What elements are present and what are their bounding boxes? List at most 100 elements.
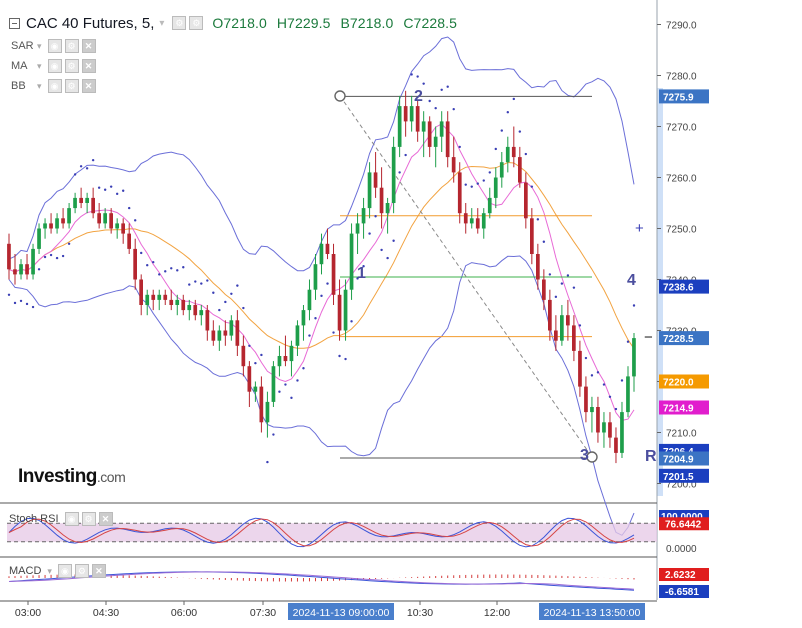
settings-icon[interactable]: ⚙ — [64, 79, 79, 93]
sar-dot — [260, 353, 263, 357]
sar-dot — [236, 284, 239, 287]
sar-dot — [73, 173, 77, 176]
indicator-row-ma[interactable]: MA ▾ ◉ ⚙ ✕ — [11, 59, 99, 73]
sar-dot — [49, 253, 53, 257]
sar-dot — [314, 317, 317, 320]
settings-icon[interactable]: ⚙ — [81, 512, 96, 526]
indicator-row-bb[interactable]: BB ▾ ◉ ⚙ ✕ — [11, 79, 99, 93]
sar-dot — [410, 73, 413, 76]
candle-body — [499, 162, 504, 178]
close-icon[interactable]: ✕ — [81, 79, 96, 93]
chevron-down-icon[interactable]: ▾ — [37, 41, 42, 52]
sar-dot — [13, 301, 17, 305]
sar-dot — [374, 215, 377, 218]
sar-dot — [230, 292, 233, 295]
sar-dot — [67, 242, 71, 245]
candle-body — [379, 187, 384, 214]
sar-dot — [596, 371, 600, 374]
stoch-value-label: 76.6442 — [665, 519, 702, 530]
high-value: H7229.5 — [276, 15, 331, 31]
settings-icon[interactable]: ⚙ — [64, 39, 79, 53]
sar-dot — [338, 354, 341, 358]
stoch-rsi-name: Stoch RSI — [9, 513, 59, 525]
sar-dot — [500, 129, 503, 132]
sar-dot — [115, 192, 119, 196]
candle-body — [253, 386, 258, 392]
sar-dot — [518, 130, 522, 133]
macd-value-label: -6.6581 — [665, 587, 699, 598]
x-tick-label: 2024-11-13 09:00:00 — [293, 607, 390, 619]
sar-dot — [386, 256, 389, 260]
settings-icon[interactable]: ⚙ — [74, 564, 89, 578]
candle-body — [373, 172, 378, 188]
sar-dot — [224, 300, 227, 304]
sar-dot — [212, 291, 215, 294]
sar-dot — [440, 88, 443, 91]
visibility-icon[interactable]: ◉ — [64, 512, 79, 526]
sar-dot — [290, 396, 293, 400]
candle-body — [181, 299, 186, 311]
settings-icon[interactable]: ⚙ — [172, 16, 187, 30]
sar-dot — [7, 293, 11, 296]
chart-header: CAC 40 Futures, 5, ▾ ⚙ ⚙ O7218.0 H7229.5… — [9, 12, 463, 34]
logo-suffix: .com — [96, 469, 126, 485]
sar-dot — [560, 282, 564, 285]
sar-dot — [61, 254, 65, 258]
chevron-down-icon[interactable]: ▾ — [37, 81, 42, 92]
candle-body — [572, 325, 576, 351]
candle-body — [530, 218, 534, 254]
sar-dot — [188, 283, 191, 286]
sar-dot — [398, 171, 401, 174]
sar-dot — [554, 295, 558, 299]
investing-logo: Investing.com — [18, 466, 126, 488]
sar-dot — [43, 255, 47, 259]
chevron-down-icon[interactable]: ▾ — [47, 566, 52, 577]
candle-body — [397, 106, 402, 147]
indicator-row-sar[interactable]: SAR ▾ ◉ ⚙ ✕ — [11, 39, 99, 53]
candle-body — [301, 310, 306, 326]
macd-name: MACD — [9, 565, 42, 577]
chevron-down-icon[interactable]: ▾ — [159, 18, 164, 29]
candle-body — [626, 376, 630, 413]
chevron-down-icon[interactable]: ▾ — [37, 61, 42, 72]
candle-body — [511, 146, 516, 158]
sar-dot — [97, 186, 101, 189]
macd-label: MACD ▾ ◉ ⚙ ✕ — [9, 564, 109, 578]
candle-body — [85, 197, 89, 203]
candle-body — [451, 157, 456, 173]
candle-body — [554, 330, 558, 341]
sar-dot — [458, 145, 461, 149]
collapse-icon[interactable] — [9, 17, 20, 29]
settings-icon[interactable]: ⚙ — [64, 59, 79, 73]
close-icon[interactable]: ✕ — [91, 564, 106, 578]
candle-body — [91, 197, 95, 214]
sar-dot — [326, 282, 329, 285]
candle-body — [217, 330, 222, 341]
stoch-value-label: 0.0000 — [666, 544, 697, 555]
sar-dot — [272, 433, 275, 436]
candle-body — [295, 325, 300, 346]
price-label-text: 7228.5 — [663, 334, 694, 345]
candle-body — [169, 299, 174, 305]
candle-body — [229, 320, 234, 336]
visibility-icon[interactable]: ◉ — [47, 59, 62, 73]
sar-dot — [79, 165, 83, 168]
wave-label: 2 — [414, 88, 423, 105]
candle-body — [487, 197, 492, 214]
open-value: O7218.0 — [212, 15, 267, 31]
settings-icon[interactable]: ⚙ — [189, 16, 204, 30]
candle-body — [247, 366, 252, 392]
candle-body — [560, 315, 564, 341]
candle-body — [614, 437, 618, 453]
sar-dot — [308, 334, 311, 337]
visibility-icon[interactable]: ◉ — [47, 79, 62, 93]
sar-dot — [85, 167, 89, 170]
visibility-icon[interactable]: ◉ — [47, 39, 62, 53]
visibility-icon[interactable]: ◉ — [57, 564, 72, 578]
candle-body — [205, 310, 210, 331]
sar-dot — [350, 320, 353, 323]
close-icon[interactable]: ✕ — [81, 59, 96, 73]
close-icon[interactable]: ✕ — [81, 39, 96, 53]
sar-dot — [152, 260, 155, 264]
close-icon[interactable]: ✕ — [98, 512, 113, 526]
